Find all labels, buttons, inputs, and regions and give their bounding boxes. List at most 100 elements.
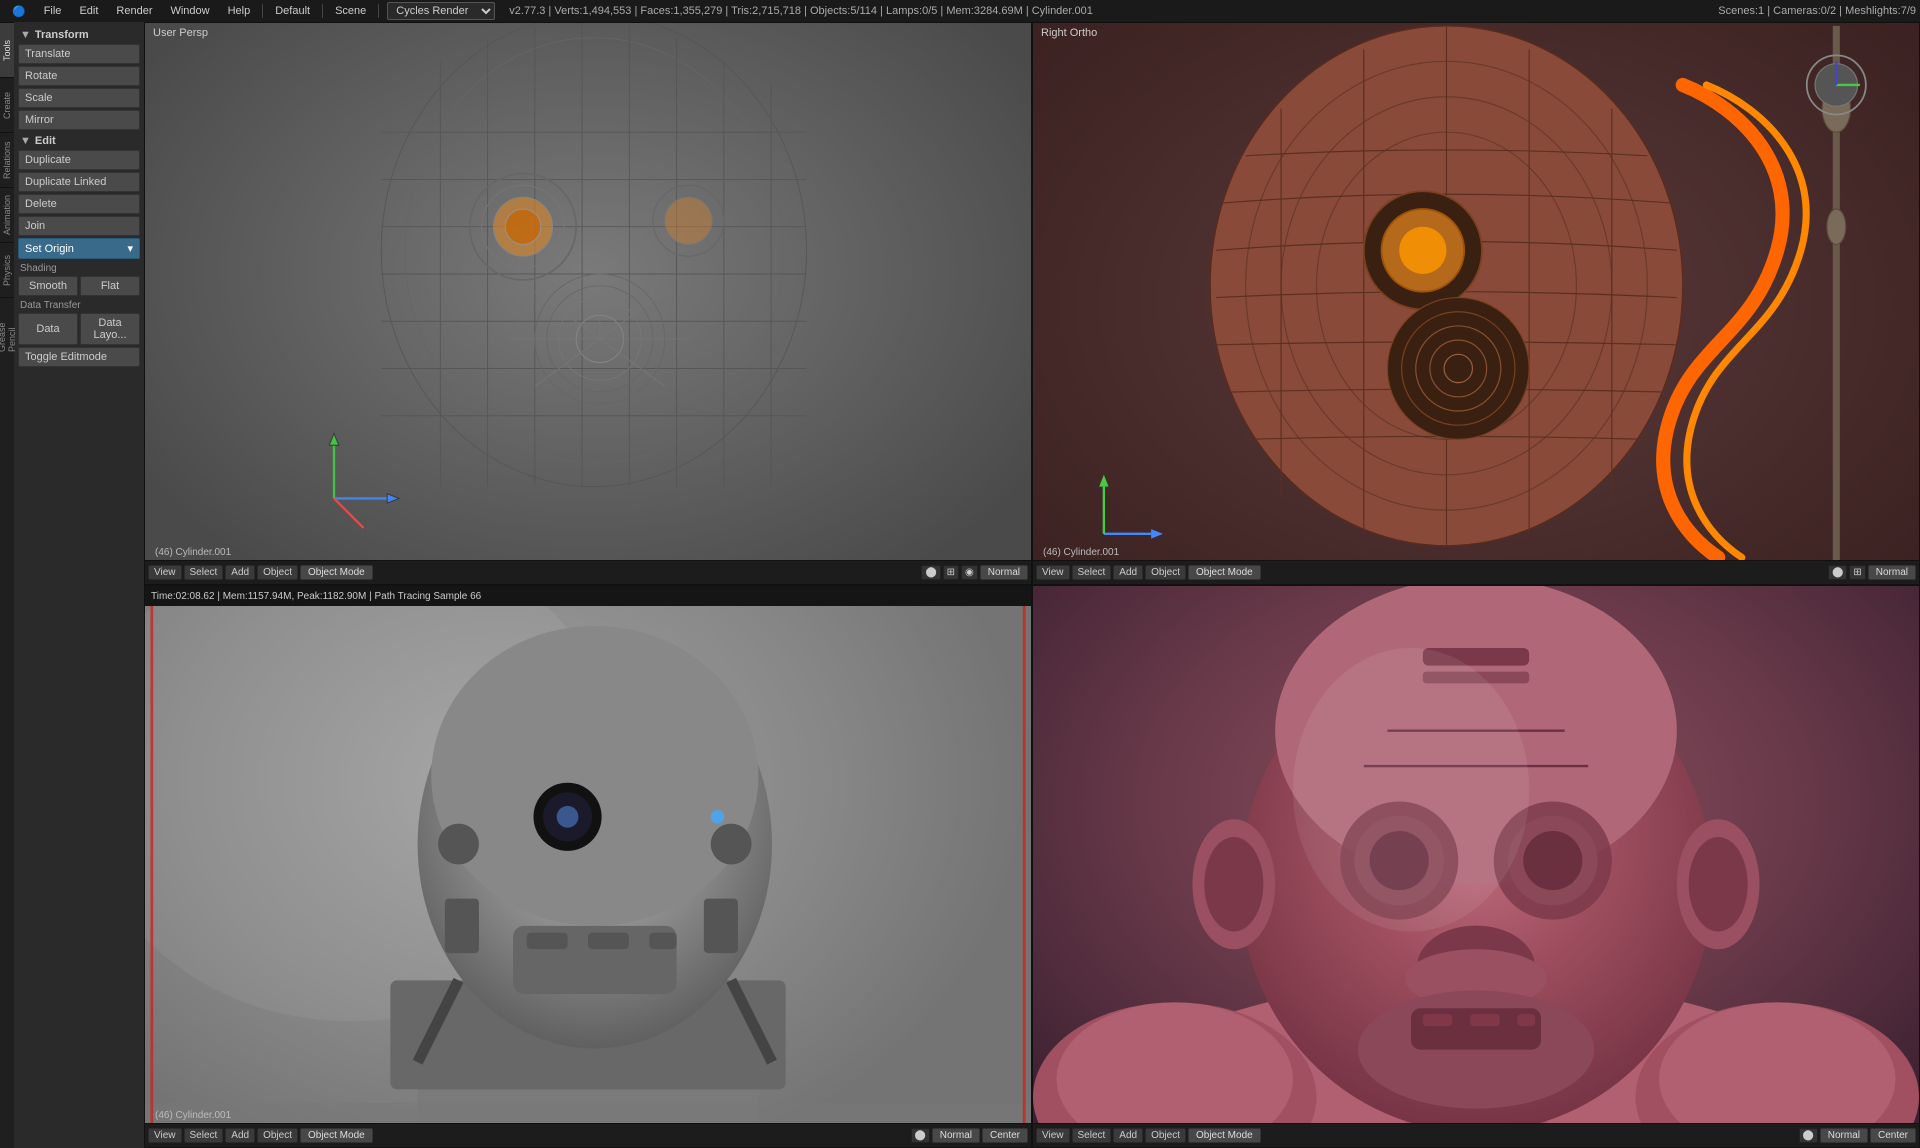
tl-solid-icon[interactable]: ⬤: [921, 565, 940, 580]
delete-btn[interactable]: Delete: [18, 194, 140, 214]
tab-relations[interactable]: Relations: [0, 132, 14, 187]
tl-add-btn[interactable]: Add: [225, 565, 255, 580]
br-view-btn[interactable]: View: [1036, 1128, 1070, 1143]
viewport-tr-statusbar: View Select Add Object Object Mode ⬤ ⊞ N…: [1033, 560, 1919, 584]
set-origin-arrow-icon: ▾: [127, 242, 133, 255]
separator-1: [262, 4, 263, 18]
translate-btn[interactable]: Translate: [18, 44, 140, 64]
tr-solid-icon[interactable]: ⬤: [1828, 565, 1847, 580]
viewport-tl-footer: (46) Cylinder.001: [155, 547, 231, 558]
menu-edit[interactable]: Edit: [71, 3, 106, 19]
menu-file[interactable]: File: [36, 3, 70, 19]
viewport-br-statusbar: View Select Add Object Object Mode ⬤ Nor…: [1033, 1123, 1919, 1147]
render-svg: [145, 606, 1031, 1123]
tab-tools[interactable]: Tools: [0, 22, 14, 77]
br-normal-btn[interactable]: Normal: [1820, 1128, 1868, 1143]
bl-add-btn[interactable]: Add: [225, 1128, 255, 1143]
transform-section-header[interactable]: ▼ Transform: [18, 26, 140, 44]
data-layout-btn[interactable]: Data Layo...: [80, 313, 140, 345]
shading-label: Shading: [18, 261, 140, 276]
render-info-bar: Time:02:08.62 | Mem:1157.94M, Peak:1182.…: [145, 586, 1031, 606]
viewport-tr-label: Right Ortho: [1041, 27, 1097, 39]
tr-normal-btn[interactable]: Normal: [1868, 565, 1916, 580]
menu-help[interactable]: Help: [220, 3, 259, 19]
smooth-btn[interactable]: Smooth: [18, 276, 78, 296]
tab-animation[interactable]: Animation: [0, 187, 14, 242]
duplicate-linked-btn[interactable]: Duplicate Linked: [18, 172, 140, 192]
data-btn[interactable]: Data: [18, 313, 78, 345]
tab-physics[interactable]: Physics: [0, 242, 14, 297]
right-info: Scenes:1 | Cameras:0/2 | Meshlights:7/9: [1718, 5, 1916, 17]
duplicate-btn[interactable]: Duplicate: [18, 150, 140, 170]
sidebar-vertical-tabs: Tools Create Relations Animation Physics…: [0, 22, 14, 1148]
workspace-label[interactable]: Default: [267, 3, 318, 19]
set-origin-dropdown[interactable]: Set Origin ▾: [18, 238, 140, 259]
viewport-top-right[interactable]: Right Ortho (46) Cylinder.001 View Selec…: [1032, 22, 1920, 585]
tr-view-btn[interactable]: View: [1036, 565, 1070, 580]
data-transfer-row: Data Data Layo...: [18, 313, 140, 345]
tr-mode-btn[interactable]: Object Mode: [1188, 565, 1261, 580]
scale-btn[interactable]: Scale: [18, 88, 140, 108]
tl-select-btn[interactable]: Select: [184, 565, 224, 580]
bl-normal-btn[interactable]: Normal: [932, 1128, 980, 1143]
viewport-bottom-left[interactable]: Time:02:08.62 | Mem:1157.94M, Peak:1182.…: [144, 585, 1032, 1148]
br-icons[interactable]: ⬤: [1799, 1128, 1818, 1143]
viewports-area: User Persp (46) Cylinder.001 View Select…: [144, 22, 1920, 1148]
br-select-btn[interactable]: Select: [1072, 1128, 1112, 1143]
bl-icons[interactable]: ⬤: [911, 1128, 930, 1143]
bl-view-btn[interactable]: View: [148, 1128, 182, 1143]
tl-normal-btn[interactable]: Normal: [980, 565, 1028, 580]
bl-object-btn[interactable]: Object: [257, 1128, 298, 1143]
scene-label[interactable]: Scene: [327, 3, 374, 19]
toggle-editmode-btn[interactable]: Toggle Editmode: [18, 347, 140, 367]
scene-info: v2.77.3 | Verts:1,494,553 | Faces:1,355,…: [509, 5, 1093, 17]
tr-object-btn[interactable]: Object: [1145, 565, 1186, 580]
tl-wire-icon[interactable]: ⊞: [943, 565, 959, 580]
tr-select-btn[interactable]: Select: [1072, 565, 1112, 580]
render-info-text: Time:02:08.62 | Mem:1157.94M, Peak:1182.…: [151, 591, 481, 602]
tab-grease-pencil[interactable]: Grease Pencil: [0, 297, 14, 352]
br-center-btn[interactable]: Center: [1870, 1128, 1916, 1143]
edit-section-header[interactable]: ▼ Edit: [18, 132, 140, 150]
viewport-bl-statusbar: View Select Add Object Object Mode ⬤ Nor…: [145, 1123, 1031, 1147]
tl-object-btn[interactable]: Object: [257, 565, 298, 580]
br-object-btn[interactable]: Object: [1145, 1128, 1186, 1143]
viewport-tl-statusbar: View Select Add Object Object Mode ⬤ ⊞ ◉…: [145, 560, 1031, 584]
menu-render[interactable]: Render: [108, 3, 160, 19]
viewport-tl-label: User Persp: [153, 27, 208, 39]
clay-svg: [1033, 586, 1919, 1147]
br-mode-btn[interactable]: Object Mode: [1188, 1128, 1261, 1143]
bl-center-btn[interactable]: Center: [982, 1128, 1028, 1143]
transform-arrow: ▼: [20, 29, 31, 41]
wireframe-svg: [145, 23, 1031, 584]
viewport-bl-footer: (46) Cylinder.001: [155, 1110, 231, 1121]
join-btn[interactable]: Join: [18, 216, 140, 236]
bl-select-btn[interactable]: Select: [184, 1128, 224, 1143]
tl-rendered-icon[interactable]: ◉: [961, 565, 978, 580]
tl-mode-btn[interactable]: Object Mode: [300, 565, 373, 580]
tr-wire-icon[interactable]: ⊞: [1849, 565, 1865, 580]
br-add-btn[interactable]: Add: [1113, 1128, 1143, 1143]
viewport-top-left[interactable]: User Persp (46) Cylinder.001 View Select…: [144, 22, 1032, 585]
bl-mode-btn[interactable]: Object Mode: [300, 1128, 373, 1143]
mirror-btn[interactable]: Mirror: [18, 110, 140, 130]
rotate-btn[interactable]: Rotate: [18, 66, 140, 86]
transform-label: Transform: [35, 29, 89, 41]
menu-blender[interactable]: 🔵: [4, 3, 34, 20]
flat-btn[interactable]: Flat: [80, 276, 140, 296]
render-engine-select[interactable]: Cycles Render Blender Render Blender Gam…: [387, 2, 495, 20]
tab-create[interactable]: Create: [0, 77, 14, 132]
tl-view-btn[interactable]: View: [148, 565, 182, 580]
data-transfer-label: Data Transfer: [18, 298, 140, 313]
main-sidebar: ▼ Transform Translate Rotate Scale Mirro…: [14, 22, 144, 1148]
menu-window[interactable]: Window: [162, 3, 217, 19]
viewport-tr-footer: (46) Cylinder.001: [1043, 547, 1119, 558]
tr-add-btn[interactable]: Add: [1113, 565, 1143, 580]
set-origin-label: Set Origin: [25, 243, 74, 255]
separator-2: [322, 4, 323, 18]
viewport-grid: User Persp (46) Cylinder.001 View Select…: [144, 22, 1920, 1148]
viewport-bottom-right[interactable]: View Select Add Object Object Mode ⬤ Nor…: [1032, 585, 1920, 1148]
separator-3: [378, 4, 379, 18]
edit-label: Edit: [35, 135, 56, 147]
edit-arrow: ▼: [20, 135, 31, 147]
